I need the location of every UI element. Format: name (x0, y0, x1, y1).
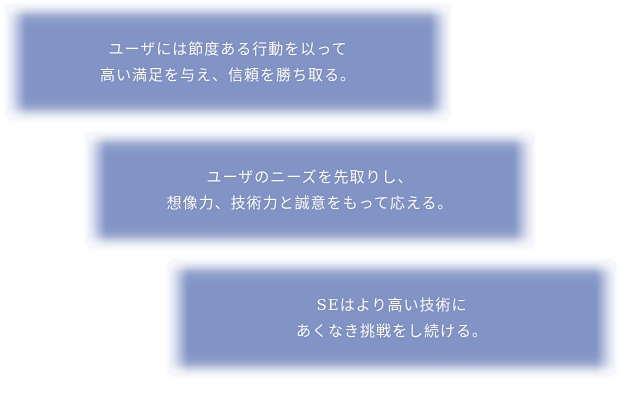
principle-text-1: ユーザには節度ある行動を以って 高い満足を与え、信頼を勝ち取る。 (100, 36, 356, 88)
principle-2-line-2: 想像力、技術力と誠意をもって応える。 (166, 194, 454, 212)
principle-text-3: SEはより高い技術に あくなき挑戦をし続ける。 (296, 292, 488, 344)
principle-card-1: ユーザには節度ある行動を以って 高い満足を与え、信頼を勝ち取る。 (8, 6, 448, 118)
principle-3-line-1: SEはより高い技術に (316, 296, 468, 314)
principle-3-line-2: あくなき挑戦をし続ける。 (295, 322, 488, 340)
principle-1-line-1: ユーザには節度ある行動を以って (108, 40, 348, 58)
principle-1-line-2: 高い満足を与え、信頼を勝ち取る。 (99, 66, 356, 84)
principle-2-line-1: ユーザのニーズを先取りし、 (206, 168, 414, 186)
principle-text-2: ユーザのニーズを先取りし、 想像力、技術力と誠意をもって応える。 (167, 164, 454, 216)
principle-card-3: SEはより高い技術に あくなき挑戦をし続ける。 (170, 262, 614, 374)
principle-card-2: ユーザのニーズを先取りし、 想像力、技術力と誠意をもって応える。 (88, 134, 532, 246)
